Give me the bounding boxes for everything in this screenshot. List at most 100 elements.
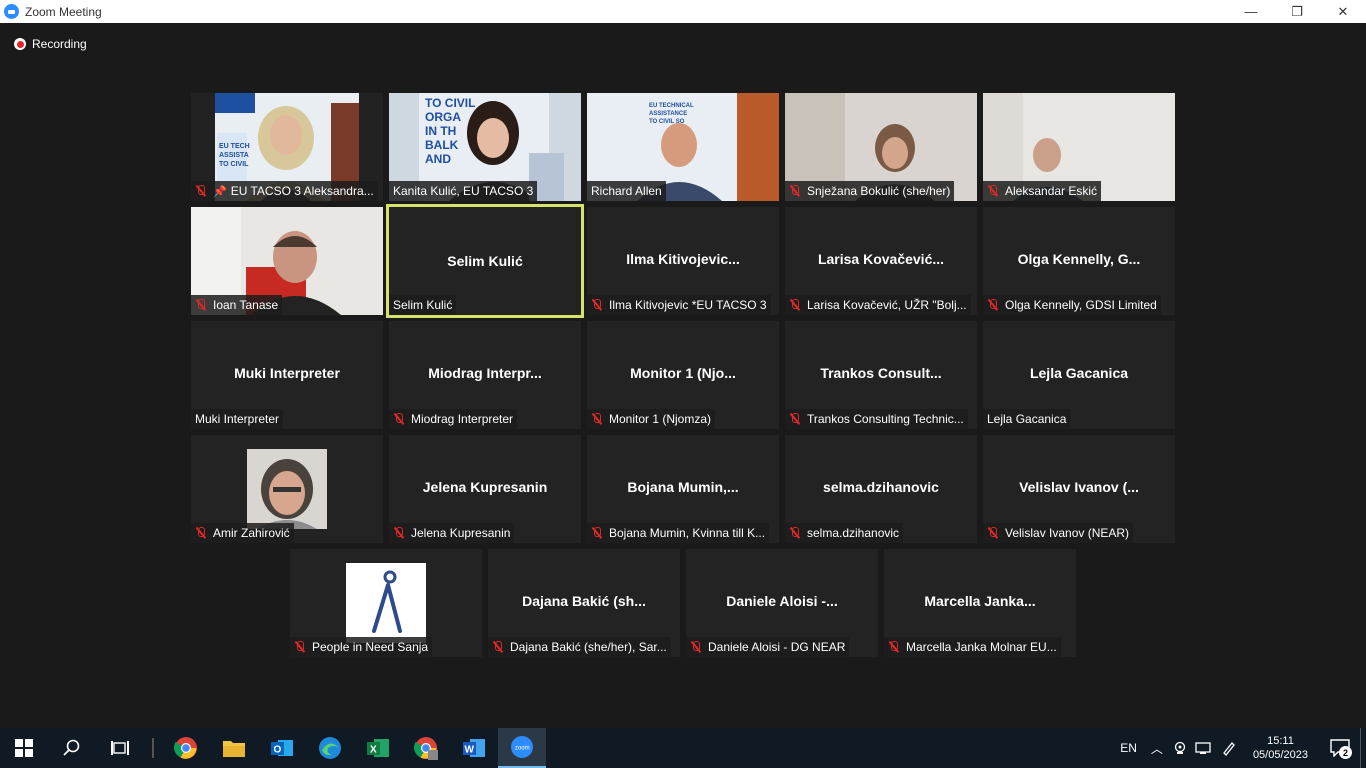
participant-tile[interactable]: EU TECH ASSISTA TO CIVIL 📌 EU TACSO 3 Al… xyxy=(191,93,383,201)
participant-tile[interactable]: TO CIVIL ORGA IN TH BALK AND Kanita Kuli… xyxy=(389,93,581,201)
edge-taskbar-button[interactable] xyxy=(306,728,354,768)
meeting-area: Recording EU TECH ASSISTA TO CIVIL 📌 EU … xyxy=(0,23,1366,728)
chrome-icon xyxy=(174,737,197,759)
start-button[interactable] xyxy=(0,728,48,768)
microphone-muted-icon xyxy=(789,299,801,311)
participant-name-label: Dajana Bakić (she/her), Sar... xyxy=(488,637,671,657)
participant-tile[interactable]: Miodrag Interpr... Miodrag Interpreter xyxy=(389,321,581,429)
svg-text:BALK: BALK xyxy=(425,138,459,152)
word-taskbar-button[interactable]: W xyxy=(450,728,498,768)
svg-text:W: W xyxy=(465,745,475,756)
participant-name: Lejla Gacanica xyxy=(1029,365,1129,381)
pen-icon[interactable] xyxy=(1221,740,1237,756)
zoom-taskbar-button[interactable]: zoom xyxy=(498,728,546,768)
file-explorer-taskbar-button[interactable] xyxy=(210,728,258,768)
webcam-icon[interactable] xyxy=(1173,741,1187,755)
participant-name-label: Lejla Gacanica xyxy=(983,409,1071,429)
chrome-taskbar-button[interactable] xyxy=(162,728,210,768)
recording-indicator[interactable]: Recording xyxy=(14,37,87,51)
participant-name-label: Olga Kennelly, GDSI Limited xyxy=(983,295,1161,315)
participant-tile[interactable]: Lejla Gacanica Lejla Gacanica xyxy=(983,321,1175,429)
microphone-muted-icon xyxy=(690,641,702,653)
participant-tile[interactable]: Aleksandar Eskić xyxy=(983,93,1175,201)
network-icon[interactable] xyxy=(1195,741,1211,755)
microphone-muted-icon xyxy=(789,527,801,539)
participant-tile[interactable]: People in Need Sanja xyxy=(290,549,482,657)
participant-name: Muki Interpreter xyxy=(234,365,340,381)
participant-tile[interactable]: Ioan Tanase xyxy=(191,207,383,315)
participant-tile[interactable]: Daniele Aloisi -... Daniele Aloisi - DG … xyxy=(686,549,878,657)
participant-tile[interactable]: Olga Kennelly, G... Olga Kennelly, GDSI … xyxy=(983,207,1175,315)
show-desktop-button[interactable] xyxy=(1360,728,1366,768)
participant-tile[interactable]: Velislav Ivanov (... Velislav Ivanov (NE… xyxy=(983,435,1175,543)
minimize-button[interactable]: — xyxy=(1228,0,1274,23)
participant-name: Daniele Aloisi -... xyxy=(726,593,838,609)
microphone-muted-icon xyxy=(591,299,603,311)
microphone-muted-icon xyxy=(591,413,603,425)
participant-name-label: Velislav Ivanov (NEAR) xyxy=(983,523,1134,543)
participant-name: Olga Kennelly, G... xyxy=(1017,251,1141,267)
participant-tile[interactable]: Bojana Mumin,... Bojana Mumin, Kvinna ti… xyxy=(587,435,779,543)
participant-name: Jelena Kupresanin xyxy=(422,479,548,495)
window-controls: — ❐ ✕ xyxy=(1228,0,1366,23)
restore-button[interactable]: ❐ xyxy=(1274,0,1320,23)
svg-text:EU TECHNICAL: EU TECHNICAL xyxy=(649,103,694,109)
system-tray: EN ︿ 15:11 05/05/2023 2 xyxy=(1120,728,1366,768)
outlook-taskbar-button[interactable]: O xyxy=(258,728,306,768)
svg-text:AND: AND xyxy=(425,152,451,166)
active-speaker-tile[interactable]: Selim Kulić Selim Kulić xyxy=(386,204,584,318)
participant-tile[interactable]: Trankos Consult... Trankos Consulting Te… xyxy=(785,321,977,429)
clock-date: 05/05/2023 xyxy=(1252,749,1308,761)
search-button[interactable] xyxy=(48,728,96,768)
participant-name-label: selma.dzihanovic xyxy=(785,523,904,543)
microphone-muted-icon xyxy=(195,527,207,539)
microphone-muted-icon xyxy=(591,527,603,539)
svg-text:TO CIVIL: TO CIVIL xyxy=(219,161,249,168)
microphone-muted-icon xyxy=(789,185,801,197)
show-hidden-icons-chevron-icon[interactable]: ︿ xyxy=(1151,740,1163,757)
system-clock[interactable]: 15:11 05/05/2023 xyxy=(1253,734,1308,762)
svg-text:IN TH: IN TH xyxy=(425,124,456,138)
taskbar-divider xyxy=(152,738,154,758)
participant-name: Selim Kulić xyxy=(447,253,523,269)
participant-name-label: Larisa Kovačević, UŽR "Bolj... xyxy=(785,295,971,315)
participant-tile[interactable]: Amir Zahirović xyxy=(191,435,383,543)
microphone-muted-icon xyxy=(987,299,999,311)
task-view-button[interactable] xyxy=(96,728,144,768)
microphone-muted-icon xyxy=(195,185,207,197)
input-language[interactable]: EN xyxy=(1120,741,1137,755)
notification-center-button[interactable]: 2 xyxy=(1320,728,1360,768)
participant-name: Velislav Ivanov (... xyxy=(1019,479,1139,495)
svg-text:EU TECH: EU TECH xyxy=(219,143,250,150)
svg-text:ORGA: ORGA xyxy=(425,110,461,124)
excel-taskbar-button[interactable]: X xyxy=(354,728,402,768)
record-icon xyxy=(14,38,26,50)
participant-name: Ilma Kitivojevic... xyxy=(626,251,740,267)
svg-text:TO CIVIL: TO CIVIL xyxy=(425,96,475,110)
participant-tile[interactable]: selma.dzihanovic selma.dzihanovic xyxy=(785,435,977,543)
microphone-muted-icon xyxy=(789,413,801,425)
participant-tile[interactable]: Ilma Kitivojevic... Ilma Kitivojevic *EU… xyxy=(587,207,779,315)
microphone-muted-icon xyxy=(888,641,900,653)
participant-tile[interactable]: Larisa Kovačević... Larisa Kovačević, UŽ… xyxy=(785,207,977,315)
participant-tile[interactable]: Dajana Bakić (sh... Dajana Bakić (she/he… xyxy=(488,549,680,657)
participant-tile[interactable]: EU TECHNICAL ASSISTANCE TO CIVIL SO Rich… xyxy=(587,93,779,201)
microphone-muted-icon xyxy=(393,527,405,539)
window-titlebar: Zoom Meeting — ❐ ✕ xyxy=(0,0,1366,23)
participant-tile[interactable]: Monitor 1 (Njo... Monitor 1 (Njomza) xyxy=(587,321,779,429)
participant-name-label: Richard Allen xyxy=(587,181,666,201)
microphone-muted-icon xyxy=(492,641,504,653)
participant-name-label: Marcella Janka Molnar EU... xyxy=(884,637,1061,657)
participant-name-label: Monitor 1 (Njomza) xyxy=(587,409,716,429)
participant-tile[interactable]: Snježana Bokulić (she/her) xyxy=(785,93,977,201)
participant-name: Trankos Consult... xyxy=(820,365,942,381)
participant-tile[interactable]: Jelena Kupresanin Jelena Kupresanin xyxy=(389,435,581,543)
svg-text:O: O xyxy=(274,745,282,756)
chrome-profile-taskbar-button[interactable] xyxy=(402,728,450,768)
participant-tile[interactable]: Marcella Janka... Marcella Janka Molnar … xyxy=(884,549,1076,657)
participant-tile[interactable]: Muki Interpreter Muki Interpreter xyxy=(191,321,383,429)
microphone-muted-icon xyxy=(987,527,999,539)
close-button[interactable]: ✕ xyxy=(1320,0,1366,23)
participant-name-label: Kanita Kulić, EU TACSO 3 xyxy=(389,181,538,201)
participant-name-label: Selim Kulić xyxy=(389,295,457,315)
